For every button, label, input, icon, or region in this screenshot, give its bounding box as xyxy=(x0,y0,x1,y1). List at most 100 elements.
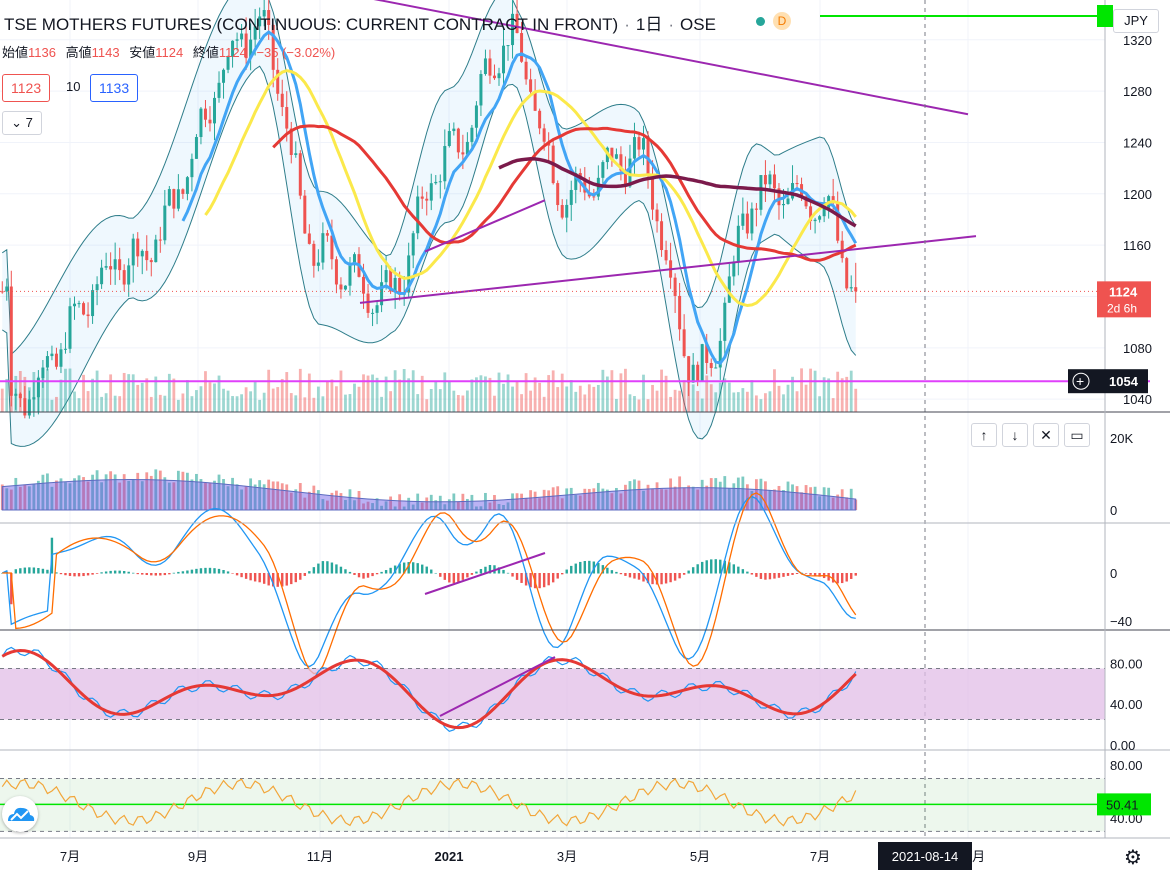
volume-overlay-bar xyxy=(741,388,745,412)
candle-body xyxy=(781,203,785,206)
macd-histogram-bar xyxy=(335,564,338,574)
candle-body xyxy=(140,250,144,257)
candle-body xyxy=(443,146,447,182)
move-pane-up-button[interactable]: ↑ xyxy=(971,423,997,447)
macd-histogram-bar xyxy=(240,573,243,578)
macd-histogram-bar xyxy=(615,571,618,574)
buy-button[interactable]: 1133 xyxy=(90,74,139,102)
volume-overlay-bar xyxy=(353,383,356,412)
volume-overlay-bar xyxy=(149,396,153,412)
macd-histogram-bar xyxy=(691,567,695,574)
candle-body xyxy=(786,198,790,204)
volume-overlay-bar xyxy=(344,394,347,412)
volume-overlay-bar xyxy=(167,373,171,412)
volume-overlay-bar xyxy=(637,399,641,412)
close-pane-button[interactable]: ✕ xyxy=(1033,423,1059,447)
macd-histogram-bar xyxy=(285,573,288,586)
macd-histogram-bar xyxy=(389,567,392,574)
candle-body xyxy=(127,265,131,285)
candle-body xyxy=(194,137,198,159)
time-tick-label: 3月 xyxy=(557,849,577,864)
indicators-toggle-button[interactable]: ⌄ 7 xyxy=(2,111,42,135)
candle-body xyxy=(41,367,45,379)
volume-overlay-bar xyxy=(398,379,402,412)
candle-body xyxy=(203,108,207,120)
candle-body xyxy=(104,266,108,268)
candle-body xyxy=(222,69,226,83)
candle-body xyxy=(23,398,27,416)
macd-histogram-bar xyxy=(764,573,767,580)
candle-body xyxy=(474,105,478,128)
macd-histogram-bar xyxy=(299,573,302,580)
sell-button[interactable]: 1123 xyxy=(2,74,51,102)
volume-overlay-bar xyxy=(511,386,514,412)
candle-body xyxy=(601,162,605,178)
candle-body xyxy=(416,196,420,234)
macd-histogram-bar xyxy=(37,567,40,574)
volume-overlay-bar xyxy=(235,396,239,412)
settings-gear-icon[interactable]: ⚙ xyxy=(1124,845,1142,870)
candle-body xyxy=(280,93,284,108)
volume-overlay-bar xyxy=(357,386,361,412)
volume-overlay-bar xyxy=(321,396,325,412)
volume-overlay-bar xyxy=(569,380,573,412)
time-tick-label: 2021 xyxy=(435,849,464,864)
macd-histogram-bar xyxy=(610,570,614,574)
candle-body xyxy=(470,127,474,142)
volume-overlay-bar xyxy=(109,374,113,412)
status-indicators[interactable]: D xyxy=(756,12,791,30)
volume-overlay-bar xyxy=(754,395,758,412)
candle-body xyxy=(100,267,104,285)
move-pane-down-button[interactable]: ↓ xyxy=(1002,423,1028,447)
macd-histogram-bar xyxy=(538,573,541,589)
candle-body xyxy=(95,284,99,291)
macd-histogram-bar xyxy=(258,573,261,583)
tradingview-logo[interactable] xyxy=(2,796,38,832)
macd-histogram-bar xyxy=(32,567,36,574)
interval-text: 1日 xyxy=(635,15,663,34)
volume-overlay-bar xyxy=(271,388,275,412)
volume-overlay-bar xyxy=(258,399,262,412)
candle-body xyxy=(9,286,13,396)
volume-overlay-bar xyxy=(610,370,614,412)
macd-histogram-bar xyxy=(597,562,600,574)
volume-overlay-bar xyxy=(122,372,126,412)
volume-overlay-bar xyxy=(736,392,740,412)
volume-overlay-bar xyxy=(682,380,686,412)
macd-histogram-bar xyxy=(141,573,144,575)
candle-body xyxy=(366,293,370,313)
delayed-badge: D xyxy=(773,12,791,30)
candle-body xyxy=(371,312,375,314)
macd-histogram-bar xyxy=(222,569,225,574)
candle-body xyxy=(741,213,745,226)
price-tick-label: 1320 xyxy=(1123,33,1152,48)
candle-body xyxy=(637,137,641,150)
macd-histogram-bar xyxy=(583,560,586,574)
volume-overlay-bar xyxy=(822,377,826,412)
symbol-title[interactable]: TSE MOTHERS FUTURES (CONTINUOUS: CURRENT… xyxy=(4,10,716,35)
volume-overlay-bar xyxy=(307,373,311,412)
volume-overlay-bar xyxy=(533,377,537,412)
volume-overlay-bar xyxy=(59,379,63,412)
volume-overlay-bar xyxy=(213,383,216,412)
macd-tick-label: −40 xyxy=(1110,614,1132,629)
macd-histogram-bar xyxy=(664,573,668,584)
cloud-logo-icon xyxy=(8,807,35,821)
maximize-pane-button[interactable]: ▭ xyxy=(1064,423,1090,447)
macd-histogram-bar xyxy=(448,573,451,583)
candle-body xyxy=(0,291,4,293)
volume-overlay-bar xyxy=(750,380,754,412)
volume-ma-area xyxy=(1,479,857,511)
candle-body xyxy=(723,302,727,341)
currency-button[interactable]: JPY xyxy=(1113,9,1159,33)
macd-histogram-bar xyxy=(579,561,582,574)
macd-histogram-bar xyxy=(714,559,717,574)
macd-histogram-bar xyxy=(461,573,465,580)
candle-body xyxy=(425,198,429,201)
macd-histogram-bar xyxy=(321,561,325,574)
volume-overlay-bar xyxy=(172,378,176,412)
macd-histogram-bar xyxy=(244,573,248,579)
volume-overlay-bar xyxy=(678,390,682,412)
candle-body xyxy=(560,205,564,218)
volume-overlay-bar xyxy=(456,395,460,412)
